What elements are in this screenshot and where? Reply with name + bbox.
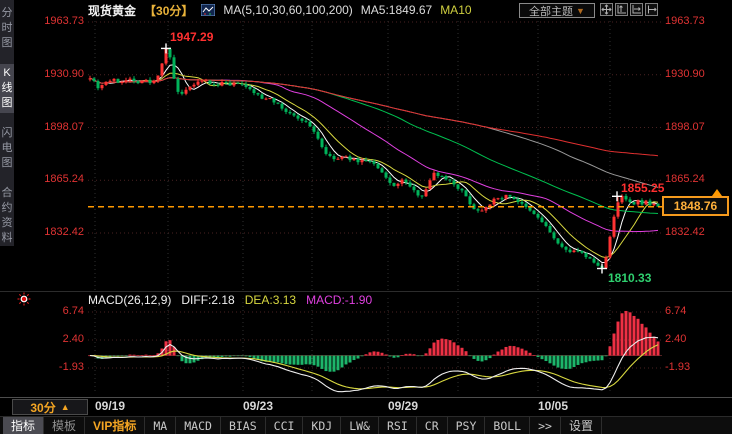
tab-CCI[interactable]: CCI [266, 417, 304, 434]
triangle-up-icon: ▲ [60, 402, 70, 412]
tab-设置[interactable]: 设置 [561, 417, 602, 434]
x-axis-date: 09/19 [95, 399, 126, 413]
y-axis-label: 1898.07 [665, 120, 705, 133]
trading-terminal: 分时图 K线图闪电图合约资料 现货黄金 【30分】 MA(5,10,30,60,1… [0, 0, 732, 434]
alert-icon[interactable] [17, 292, 31, 311]
sidebar-item-分时图[interactable]: 分时图 [0, 4, 14, 53]
y-axis-label: 1865.24 [665, 173, 705, 186]
tab-指标[interactable]: 指标 [3, 417, 45, 434]
tab-模板[interactable]: 模板 [44, 417, 86, 434]
tab-MACD[interactable]: MACD [176, 417, 221, 434]
y-axis-label: -1.93 [58, 361, 84, 373]
y-axis-label: 2.40 [665, 333, 687, 346]
y-axis-label: 6.74 [62, 305, 84, 317]
symbol-period: 【30分】 [144, 3, 194, 18]
tab-CR[interactable]: CR [417, 417, 448, 434]
y-axis-label: 1898.07 [44, 120, 84, 133]
price-up-arrow-icon [712, 189, 722, 196]
macd-diff-value: DIFF:2.18 [181, 293, 235, 307]
macd-params-label: MACD(26,12,9) [88, 293, 172, 307]
tab-PSY[interactable]: PSY [448, 417, 486, 434]
chart-header: 现货黄金 【30分】 MA(5,10,30,60,100,200) MA5:18… [14, 0, 732, 20]
pane-divider [0, 291, 732, 292]
low-price-annotation: 1810.33 [608, 271, 652, 285]
y-axis-label: 6.74 [665, 305, 687, 317]
y-axis-label: 1930.90 [665, 67, 705, 80]
indicator-tabbar: 指标 模板 VIP指标 MA MACD BIAS CCI KDJ LW& RSI CR PSY BOLL… [0, 417, 732, 434]
sidebar-item-闪电图[interactable]: 闪电图 [0, 124, 14, 173]
chart-type-sidebar: 分时图 K线图闪电图合约资料 [0, 0, 14, 246]
y-axis-label: 1832.42 [665, 226, 705, 238]
tab-LW&[interactable]: LW& [341, 417, 379, 434]
y-axis-label: 1832.42 [44, 226, 84, 238]
last-price-box: 1848.76 [662, 196, 729, 216]
macd-value: MACD:-1.90 [306, 293, 373, 307]
ma5-value-label: MA5:1849.67 [360, 3, 433, 17]
tab-MA[interactable]: MA [145, 417, 177, 434]
x-axis-date: 09/29 [388, 399, 419, 413]
chart-canvas[interactable] [0, 0, 732, 434]
tab-KDJ[interactable]: KDJ [303, 417, 342, 434]
y-axis-label: 1865.24 [44, 173, 84, 186]
y-axis-label: 2.40 [62, 333, 84, 346]
macd-dea-value: DEA:3.13 [244, 293, 297, 307]
tab-VIP指标[interactable]: VIP指标 [85, 417, 146, 434]
symbol-title: 现货黄金 [88, 3, 137, 18]
sidebar-item-合约资料[interactable]: 合约资料 [0, 184, 14, 248]
period-label: 30分 [30, 400, 56, 415]
ma-settings-label: MA(5,10,30,60,100,200) [223, 3, 353, 17]
tab-RSI[interactable]: RSI [379, 417, 417, 434]
peak-price-annotation: 1947.29 [170, 30, 214, 44]
tab-BIAS[interactable]: BIAS [221, 417, 266, 434]
tab->>[interactable]: >> [530, 417, 561, 434]
mini-chart-icon [201, 4, 216, 16]
ma10-label: MA10 [440, 3, 472, 17]
y-axis-label: 1930.90 [44, 67, 84, 80]
rally-high-annotation: 1855.25 [621, 181, 665, 195]
y-axis-label: -1.93 [665, 361, 691, 373]
x-axis-date: 10/05 [538, 399, 569, 413]
tab-BOLL[interactable]: BOLL [485, 417, 531, 434]
period-selector-button[interactable]: 30分 ▲ [12, 399, 88, 415]
xaxis-divider [0, 397, 732, 398]
x-axis-date: 09/23 [243, 399, 274, 413]
sidebar-item-K线图[interactable]: K线图 [0, 64, 14, 113]
macd-header: MACD(26,12,9) DIFF:2.18 DEA:3.13 MACD:-1… [88, 293, 372, 307]
